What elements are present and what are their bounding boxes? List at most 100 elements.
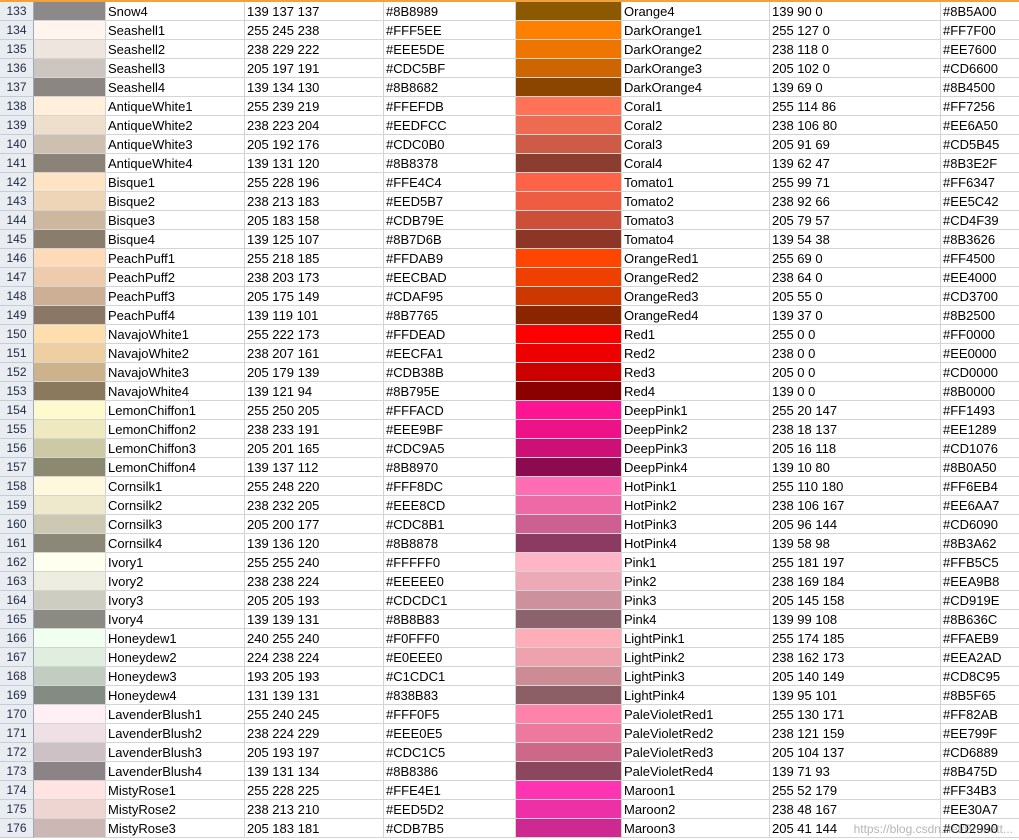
rgb-value-cell[interactable]: 255 228 225 — [245, 781, 384, 800]
color-swatch-cell[interactable] — [34, 97, 106, 116]
rgb-value-cell[interactable]: 139 37 0 — [770, 306, 941, 325]
color-name-cell[interactable]: DarkOrange1 — [622, 21, 770, 40]
hex-value-cell[interactable]: #EECBAD — [384, 268, 516, 287]
rgb-value-cell[interactable]: 139 134 130 — [245, 78, 384, 97]
rgb-value-cell[interactable]: 255 222 173 — [245, 325, 384, 344]
rgb-value-cell[interactable]: 238 0 0 — [770, 344, 941, 363]
hex-value-cell[interactable]: #8B8970 — [384, 458, 516, 477]
color-swatch-cell[interactable] — [34, 762, 106, 781]
hex-value-cell[interactable]: #8B8682 — [384, 78, 516, 97]
color-name-cell[interactable]: Coral2 — [622, 116, 770, 135]
hex-value-cell[interactable]: #CDC9A5 — [384, 439, 516, 458]
color-name-cell[interactable]: Cornsilk2 — [106, 496, 245, 515]
hex-value-cell[interactable]: #CDC0B0 — [384, 135, 516, 154]
color-swatch-cell[interactable] — [516, 192, 622, 211]
hex-value-cell[interactable]: #E0EEE0 — [384, 648, 516, 667]
row-number-header[interactable]: 133 — [0, 2, 34, 21]
color-name-cell[interactable]: Coral4 — [622, 154, 770, 173]
hex-value-cell[interactable]: #8B8878 — [384, 534, 516, 553]
color-name-cell[interactable]: Bisque1 — [106, 173, 245, 192]
color-swatch-cell[interactable] — [34, 135, 106, 154]
color-swatch-cell[interactable] — [34, 439, 106, 458]
color-name-cell[interactable]: NavajoWhite2 — [106, 344, 245, 363]
color-swatch-cell[interactable] — [516, 458, 622, 477]
row-number-header[interactable]: 160 — [0, 515, 34, 534]
rgb-value-cell[interactable]: 238 121 159 — [770, 724, 941, 743]
row-number-header[interactable]: 136 — [0, 59, 34, 78]
row-number-header[interactable]: 163 — [0, 572, 34, 591]
rgb-value-cell[interactable]: 255 255 240 — [245, 553, 384, 572]
row-number-header[interactable]: 138 — [0, 97, 34, 116]
hex-value-cell[interactable]: #EEA2AD — [941, 648, 1019, 667]
color-name-cell[interactable]: Honeydew4 — [106, 686, 245, 705]
color-name-cell[interactable]: DarkOrange4 — [622, 78, 770, 97]
row-number-header[interactable]: 150 — [0, 325, 34, 344]
row-number-header[interactable]: 152 — [0, 363, 34, 382]
color-swatch-cell[interactable] — [516, 344, 622, 363]
color-name-cell[interactable]: HotPink2 — [622, 496, 770, 515]
row-number-header[interactable]: 170 — [0, 705, 34, 724]
hex-value-cell[interactable]: #8B8B83 — [384, 610, 516, 629]
rgb-value-cell[interactable]: 193 205 193 — [245, 667, 384, 686]
color-name-cell[interactable]: Ivory1 — [106, 553, 245, 572]
rgb-value-cell[interactable]: 139 131 120 — [245, 154, 384, 173]
hex-value-cell[interactable]: #FF6347 — [941, 173, 1019, 192]
color-swatch-cell[interactable] — [34, 249, 106, 268]
row-number-header[interactable]: 144 — [0, 211, 34, 230]
row-number-header[interactable]: 149 — [0, 306, 34, 325]
row-number-header[interactable]: 169 — [0, 686, 34, 705]
color-name-cell[interactable]: LightPink2 — [622, 648, 770, 667]
rgb-value-cell[interactable]: 255 114 86 — [770, 97, 941, 116]
color-swatch-cell[interactable] — [34, 401, 106, 420]
color-swatch-cell[interactable] — [516, 534, 622, 553]
color-swatch-cell[interactable] — [516, 743, 622, 762]
rgb-value-cell[interactable]: 238 162 173 — [770, 648, 941, 667]
hex-value-cell[interactable]: #FFAEB9 — [941, 629, 1019, 648]
color-name-cell[interactable]: Maroon3 — [622, 819, 770, 838]
hex-value-cell[interactable]: #CDB79E — [384, 211, 516, 230]
hex-value-cell[interactable]: #CDAF95 — [384, 287, 516, 306]
hex-value-cell[interactable]: #FF82AB — [941, 705, 1019, 724]
color-name-cell[interactable]: LavenderBlush2 — [106, 724, 245, 743]
color-name-cell[interactable]: Cornsilk1 — [106, 477, 245, 496]
hex-value-cell[interactable]: #CD0000 — [941, 363, 1019, 382]
color-swatch-cell[interactable] — [516, 667, 622, 686]
hex-value-cell[interactable]: #FFFFF0 — [384, 553, 516, 572]
color-name-cell[interactable]: LightPink3 — [622, 667, 770, 686]
color-swatch-cell[interactable] — [516, 363, 622, 382]
hex-value-cell[interactable]: #EE5C42 — [941, 192, 1019, 211]
hex-value-cell[interactable]: #8B475D — [941, 762, 1019, 781]
row-number-header[interactable]: 158 — [0, 477, 34, 496]
rgb-value-cell[interactable]: 205 145 158 — [770, 591, 941, 610]
color-name-cell[interactable]: Pink2 — [622, 572, 770, 591]
color-name-cell[interactable]: Seashell1 — [106, 21, 245, 40]
row-number-header[interactable]: 174 — [0, 781, 34, 800]
rgb-value-cell[interactable]: 205 16 118 — [770, 439, 941, 458]
hex-value-cell[interactable]: #FFEFDB — [384, 97, 516, 116]
color-name-cell[interactable]: AntiqueWhite3 — [106, 135, 245, 154]
hex-value-cell[interactable]: #CD4F39 — [941, 211, 1019, 230]
color-name-cell[interactable]: PaleVioletRed2 — [622, 724, 770, 743]
color-name-cell[interactable]: OrangeRed2 — [622, 268, 770, 287]
hex-value-cell[interactable]: #8B7765 — [384, 306, 516, 325]
color-swatch-cell[interactable] — [516, 59, 622, 78]
color-name-cell[interactable]: DeepPink3 — [622, 439, 770, 458]
color-swatch-cell[interactable] — [34, 287, 106, 306]
row-number-header[interactable]: 173 — [0, 762, 34, 781]
color-name-cell[interactable]: Red3 — [622, 363, 770, 382]
hex-value-cell[interactable]: #FF6EB4 — [941, 477, 1019, 496]
hex-value-cell[interactable]: #CD1076 — [941, 439, 1019, 458]
rgb-value-cell[interactable]: 139 137 137 — [245, 2, 384, 21]
color-swatch-cell[interactable] — [34, 477, 106, 496]
hex-value-cell[interactable]: #FFF0F5 — [384, 705, 516, 724]
color-name-cell[interactable]: Pink4 — [622, 610, 770, 629]
color-swatch-cell[interactable] — [34, 515, 106, 534]
hex-value-cell[interactable]: #8B4500 — [941, 78, 1019, 97]
color-swatch-cell[interactable] — [516, 648, 622, 667]
row-number-header[interactable]: 143 — [0, 192, 34, 211]
rgb-value-cell[interactable]: 139 121 94 — [245, 382, 384, 401]
rgb-value-cell[interactable]: 205 175 149 — [245, 287, 384, 306]
rgb-value-cell[interactable]: 238 118 0 — [770, 40, 941, 59]
rgb-value-cell[interactable]: 255 174 185 — [770, 629, 941, 648]
color-swatch-cell[interactable] — [34, 648, 106, 667]
